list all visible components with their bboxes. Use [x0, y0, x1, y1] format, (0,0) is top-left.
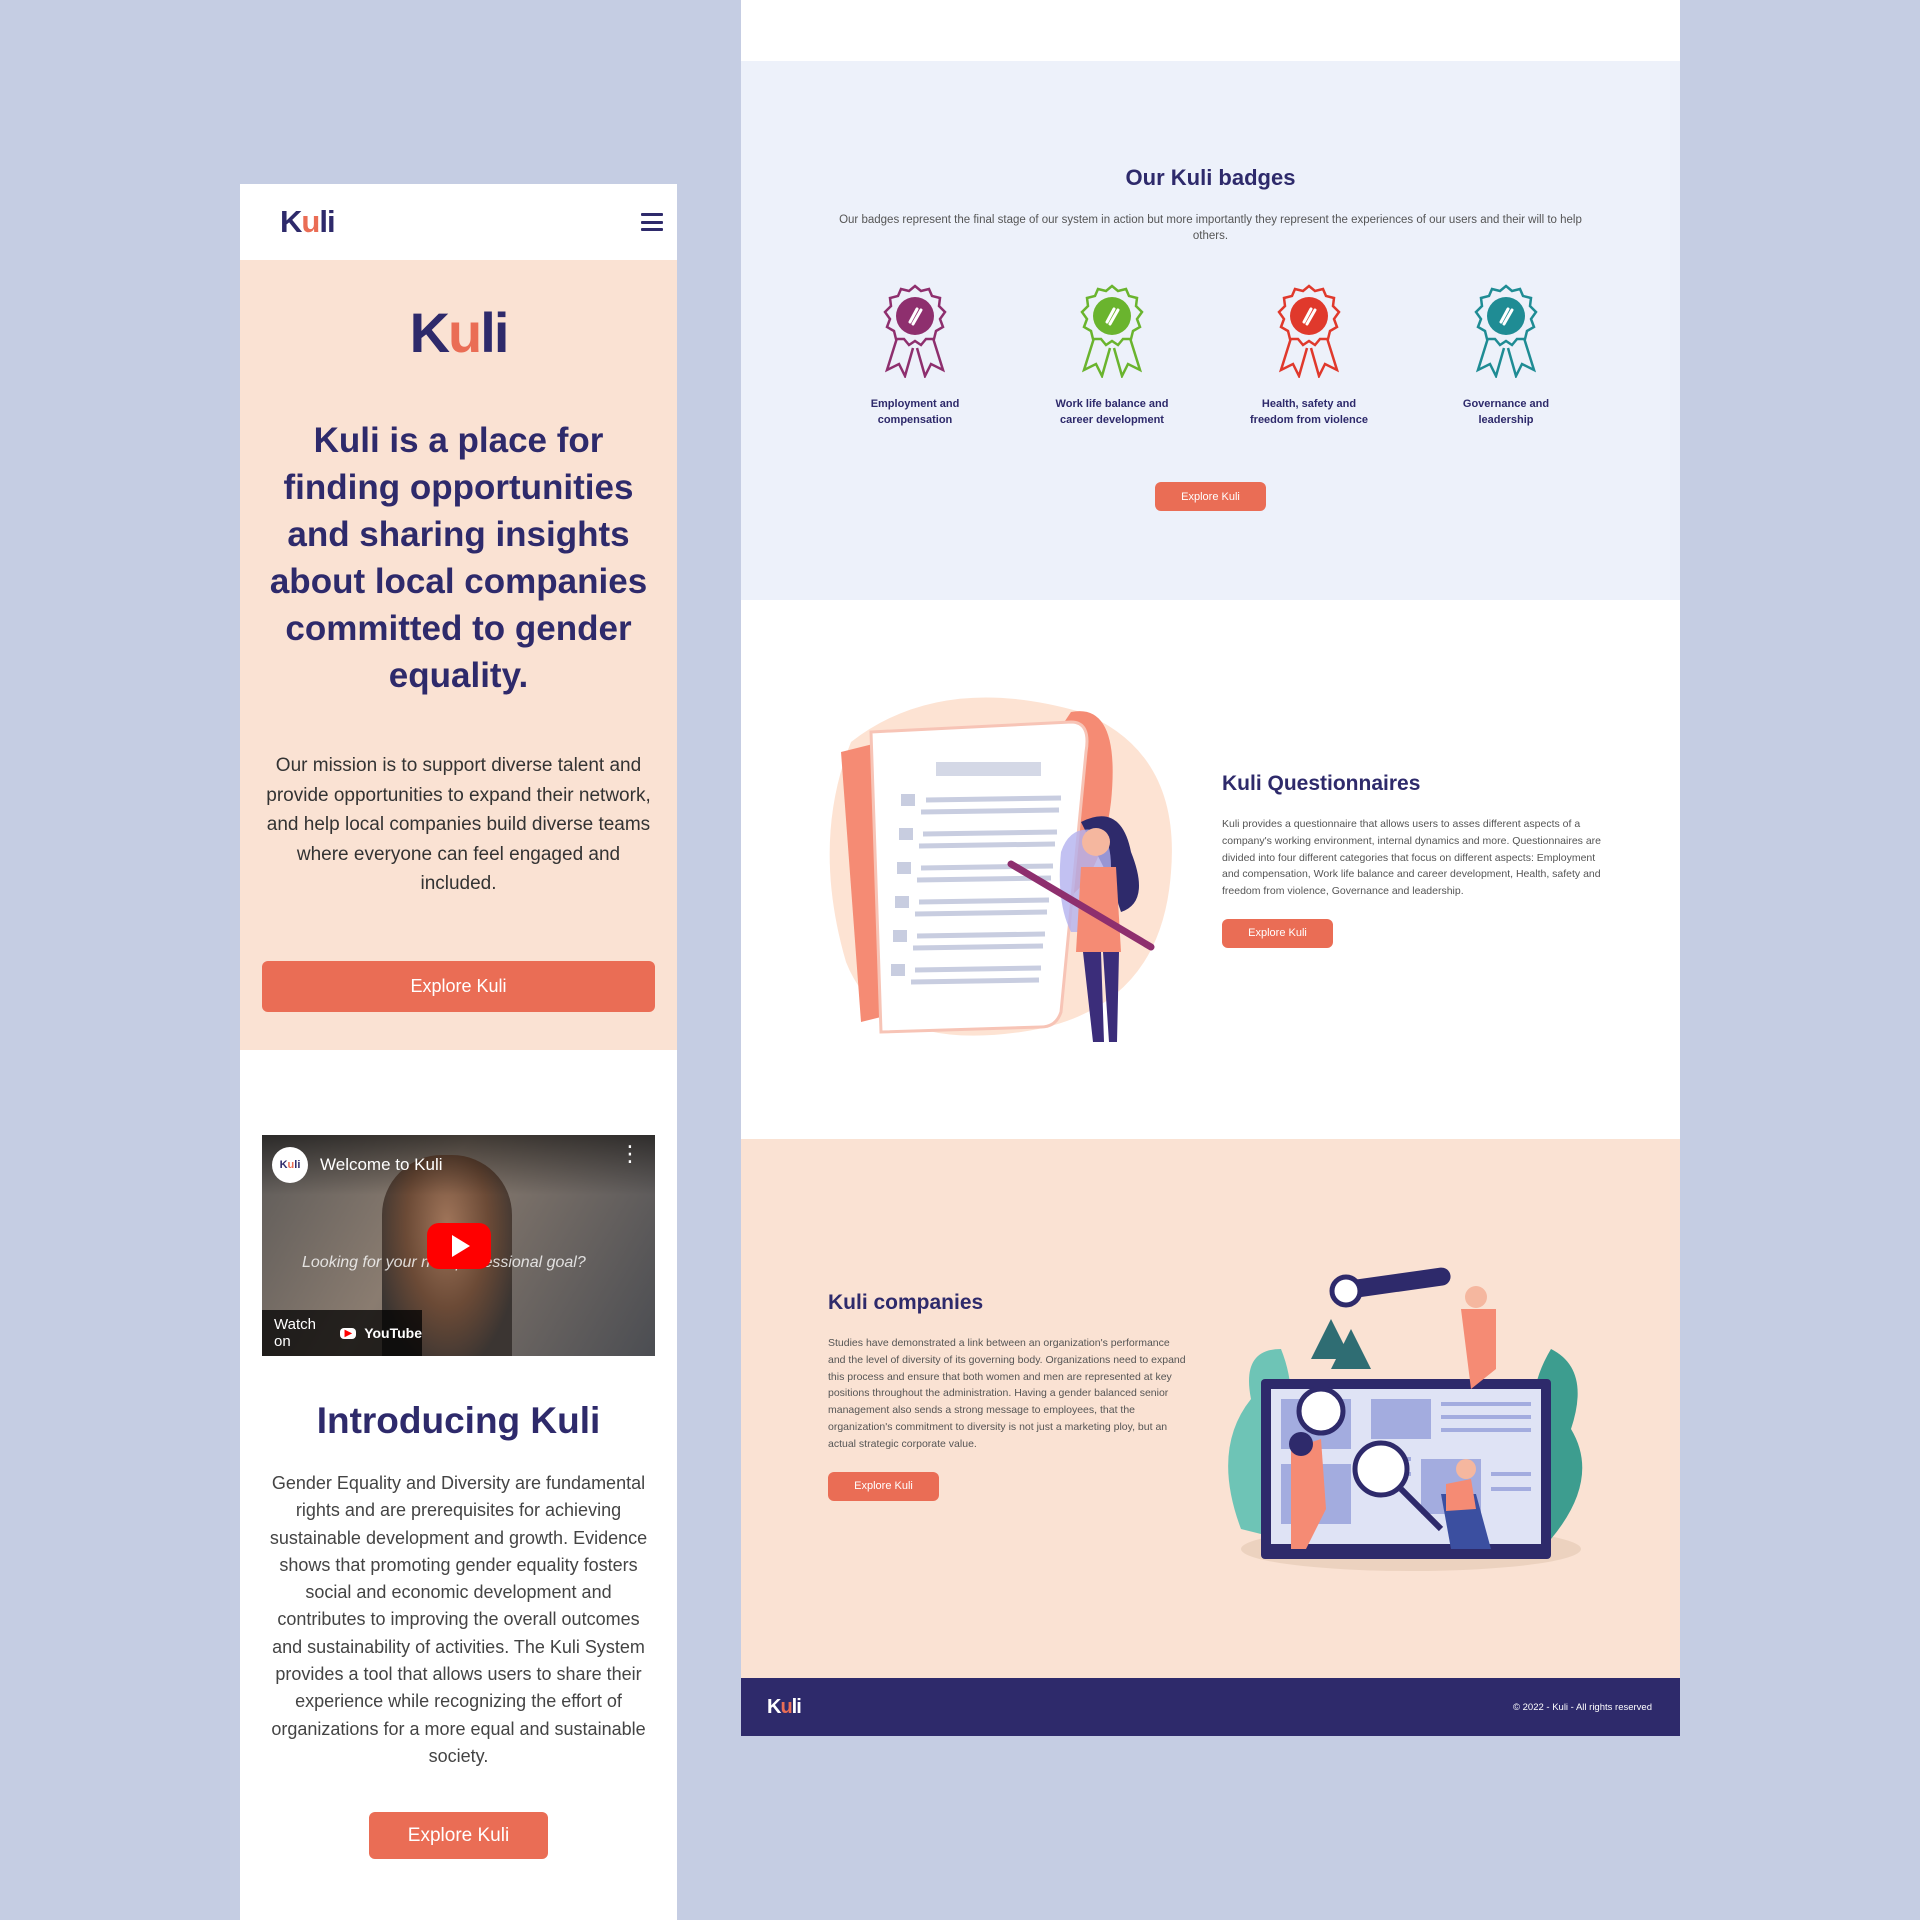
- award-badge-icon: [1474, 284, 1538, 378]
- explore-kuli-button[interactable]: Explore Kuli: [369, 1812, 548, 1860]
- award-badge-icon: [883, 284, 947, 378]
- companies-title: Kuli companies: [828, 1291, 984, 1314]
- badges-section: Our Kuli badges Our badges represent the…: [741, 61, 1680, 600]
- youtube-icon: ▶: [340, 1327, 357, 1339]
- copyright-text: © 2022 - Kuli - All rights reserved: [1512, 1701, 1652, 1713]
- explore-kuli-button[interactable]: Explore Kuli: [1222, 918, 1333, 948]
- questionnaires-body: Kuli provides a questionnaire that allow…: [1222, 818, 1602, 898]
- watch-on-youtube-link[interactable]: Watch on ▶ YouTube: [262, 1310, 422, 1356]
- kuli-logo[interactable]: Kuli: [280, 204, 336, 240]
- more-options-icon[interactable]: ⋮: [619, 1143, 641, 1165]
- play-button-icon[interactable]: [427, 1223, 491, 1269]
- hamburger-menu-icon[interactable]: [641, 213, 663, 231]
- desktop-page: Our Kuli badges Our badges represent the…: [741, 0, 1680, 1736]
- explore-kuli-button[interactable]: Explore Kuli: [1155, 482, 1266, 511]
- intro-body: Gender Equality and Diversity are fundam…: [269, 1473, 648, 1766]
- companies-text: Kuli companies Studies have demonstrated…: [828, 1291, 1190, 1501]
- kuli-logo-large: Kuli: [409, 301, 510, 364]
- video-section: Kuli Welcome to Kuli ⋮ Looking for your …: [240, 1050, 677, 1356]
- explore-kuli-button[interactable]: Explore Kuli: [828, 1471, 939, 1501]
- intro-title: Introducing Kuli: [316, 1400, 601, 1441]
- badges-title: Our Kuli badges: [1125, 165, 1296, 190]
- award-badge-icon: [1080, 284, 1144, 378]
- companies-section: Kuli companies Studies have demonstrated…: [741, 1139, 1680, 1678]
- video-title[interactable]: Welcome to Kuli: [320, 1155, 443, 1175]
- badge-employment: Employment and compensation: [817, 282, 1014, 428]
- questionnaires-section: Kuli Questionnaires Kuli provides a ques…: [741, 600, 1680, 1139]
- questionnaires-title: Kuli Questionnaires: [1222, 772, 1421, 795]
- explore-kuli-button[interactable]: Explore Kuli: [262, 960, 655, 1012]
- companies-body: Studies have demonstrated a link between…: [828, 1337, 1186, 1450]
- youtube-video-embed[interactable]: Kuli Welcome to Kuli ⋮ Looking for your …: [262, 1135, 655, 1356]
- channel-avatar[interactable]: Ku li: [272, 1147, 308, 1183]
- hero-headline: Kuli is a place for finding opportunitie…: [269, 421, 648, 695]
- badge-governance: Governance and leadership: [1408, 282, 1605, 428]
- companies-illustration: [1228, 1267, 1583, 1571]
- mobile-navbar: Kuli: [240, 184, 677, 260]
- footer-logo[interactable]: Kuli: [767, 1696, 802, 1719]
- mobile-hero: Kuli Kuli is a place for finding opportu…: [240, 260, 677, 1050]
- badge-work-life: Work life balance and career development: [1014, 282, 1211, 428]
- questionnaires-text: Kuli Questionnaires Kuli provides a ques…: [1222, 772, 1602, 948]
- footer: Kuli © 2022 - Kuli - All rights reserved: [741, 1678, 1680, 1736]
- badge-health-safety: Health, safety and freedom from violence: [1211, 282, 1408, 428]
- intro-section: Introducing Kuli Gender Equality and Div…: [240, 1356, 677, 1860]
- award-badge-icon: [1277, 284, 1341, 378]
- badge-list: Employment and compensation Work life ba…: [817, 282, 1605, 428]
- badges-subtitle: Our badges represent the final stage of …: [839, 214, 1582, 242]
- mobile-page: Kuli Kuli Kuli is a place for finding op…: [240, 184, 677, 1920]
- questionnaire-illustration: [829, 697, 1172, 1042]
- hero-mission: Our mission is to support diverse talent…: [266, 755, 651, 894]
